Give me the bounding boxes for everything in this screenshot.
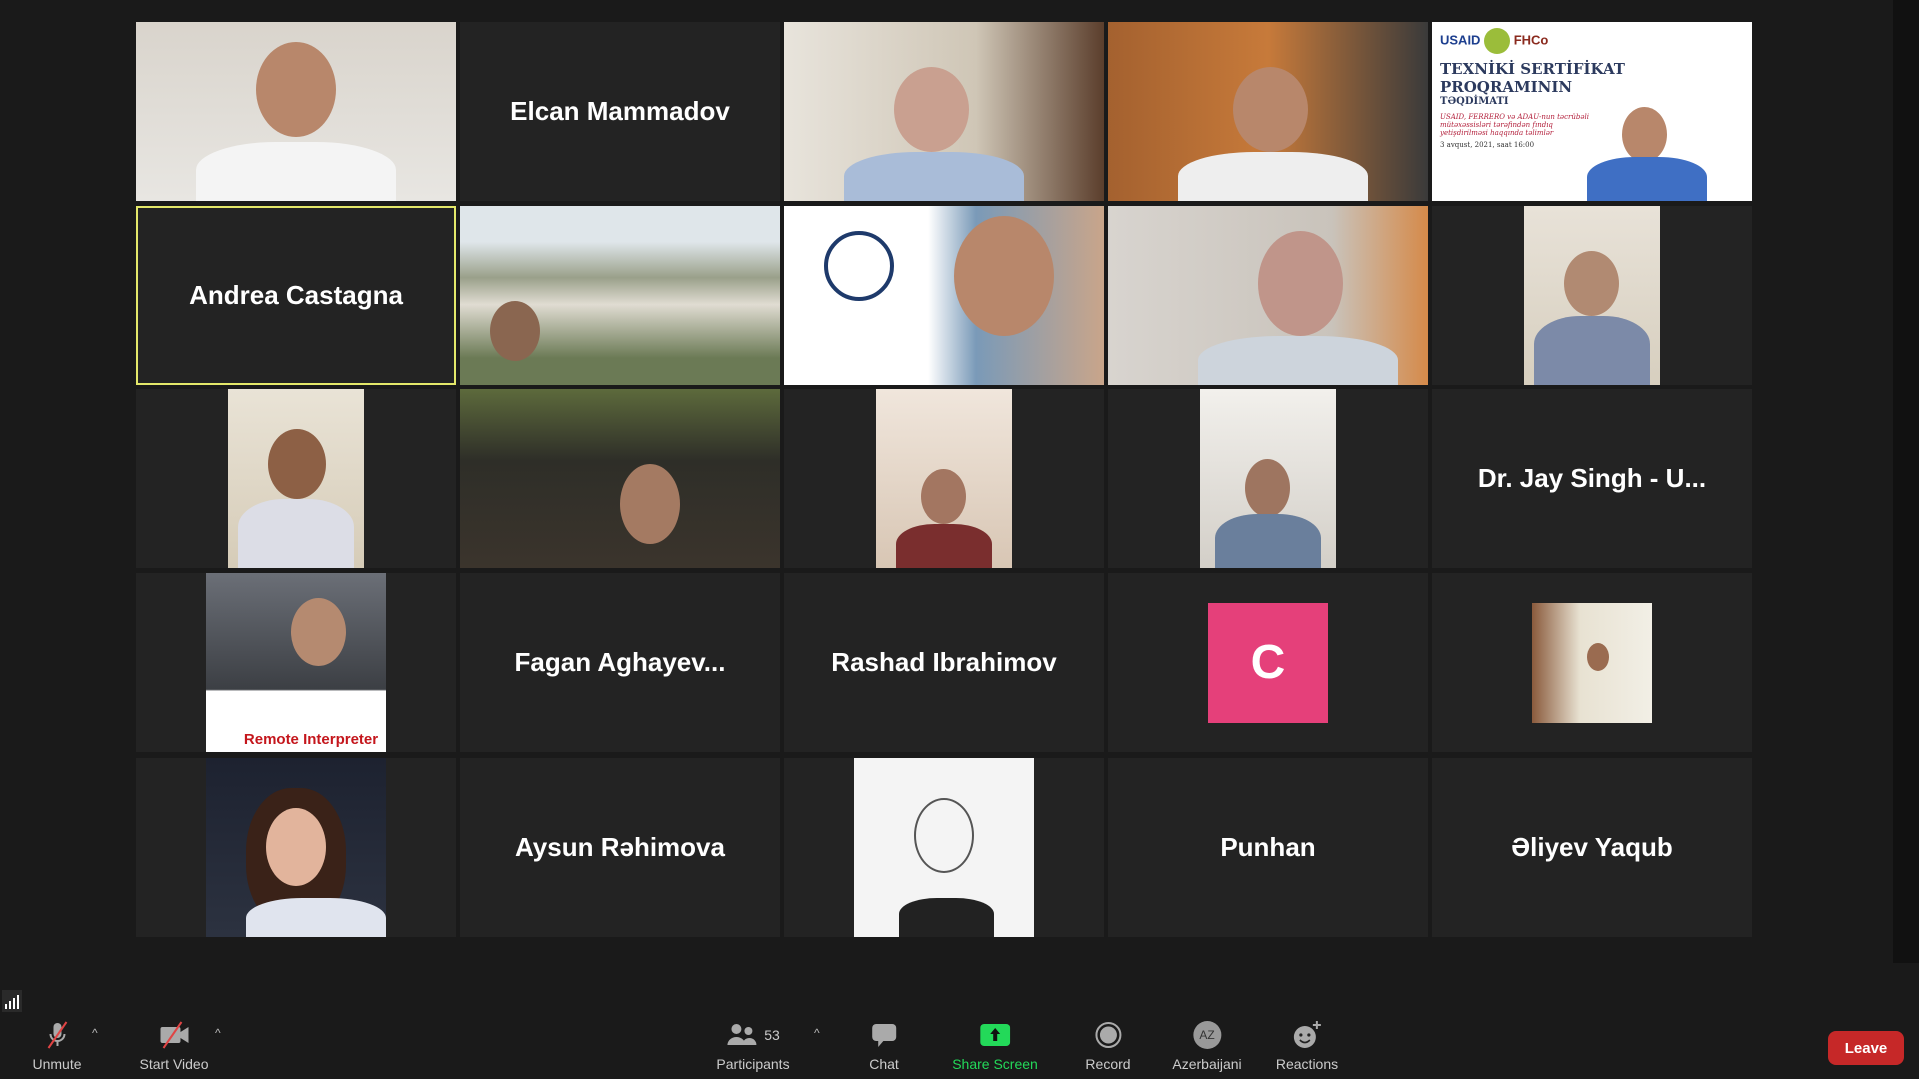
participant-name: Rashad Ibrahimov [831,647,1057,677]
participant-tile[interactable]: C [1108,573,1428,752]
participant-video[interactable] [1108,22,1428,201]
participant-video[interactable] [136,389,456,568]
participants-icon [727,1024,757,1045]
audio-options-caret-icon[interactable]: ^ [92,1026,98,1040]
interpretation-language-button[interactable]: AZ Azerbaijani [1172,1020,1242,1072]
participants-options-caret-icon[interactable]: ^ [814,1026,820,1040]
record-button[interactable]: Record [1085,1020,1131,1072]
participant-tile[interactable]: Əliyev Yaqub [1432,758,1752,937]
start-video-button[interactable]: Start Video [139,1020,209,1072]
profile-picture [1532,602,1652,723]
muted-microphone-icon [42,1020,72,1050]
share-screen-icon [979,1020,1010,1050]
slide-title: TEXNİKİ SERTİFİKAT [1440,60,1625,78]
participants-button[interactable]: 53 Participants [716,1020,790,1072]
participant-tile[interactable]: Dr. Jay Singh - U... [1432,389,1752,568]
reactions-button[interactable]: Reactions [1276,1020,1338,1072]
video-off-icon [157,1020,191,1050]
participant-tile[interactable] [1432,573,1752,752]
fhco-logo: FHCo [1513,32,1549,48]
avatar: C [1208,602,1328,723]
participant-name: Fagan Aghayev... [514,647,726,677]
participant-video[interactable] [460,389,780,568]
participant-tile[interactable] [136,758,456,937]
participant-tile[interactable]: Punhan [1108,758,1428,937]
participant-name: Andrea Castagna [189,280,403,310]
video-options-caret-icon[interactable]: ^ [215,1026,221,1040]
participant-video[interactable] [784,22,1104,201]
slide-subtitle: USAID, FERRERO və ADAU-nun təcrübəli müt… [1440,113,1589,137]
participant-tile[interactable] [784,758,1104,937]
language-globe-icon: AZ [1192,1021,1221,1049]
participant-name: Elcan Mammadov [510,96,730,126]
participant-video[interactable] [1108,206,1428,385]
right-panel-edge [1893,0,1919,963]
adau-logo [1484,28,1511,54]
slide-title-2: PROQRAMININ [1440,78,1573,96]
chat-icon [870,1020,898,1050]
participants-count: 53 [764,1027,780,1043]
participant-tile[interactable]: Elcan Mammadov [460,22,780,201]
video-gallery: Elcan Mammadov USAID FHCo TEXNİKİ SERTİF… [0,0,1893,963]
participant-name: Dr. Jay Singh - U... [1477,463,1707,493]
participant-tile[interactable]: Fagan Aghayev... [460,573,780,752]
participant-video[interactable] [460,206,780,385]
participant-video[interactable] [784,389,1104,568]
profile-picture [854,758,1034,937]
remote-interpreter-label: Remote Interpreter [243,731,379,748]
participant-name: Punhan [1220,832,1316,862]
unmute-button[interactable]: Unmute [32,1020,82,1072]
interpreter-video[interactable]: Remote Interpreter [136,573,456,752]
slide-title-3: TƏQDİMATI [1440,96,1509,107]
shared-slide-video[interactable]: USAID FHCo TEXNİKİ SERTİFİKAT PROQRAMINI… [1432,22,1752,201]
slide-date: 3 avqust, 2021, saat 16:00 [1440,141,1535,149]
leave-button[interactable]: Leave [1828,1031,1904,1065]
record-icon [1094,1020,1122,1050]
connection-signal-icon[interactable] [2,990,22,1012]
participant-video[interactable] [1432,206,1752,385]
active-speaker-tile[interactable]: Andrea Castagna [136,206,456,385]
participant-name: Əliyev Yaqub [1511,832,1673,862]
participant-video[interactable] [784,206,1104,385]
usaid-logo: USAID [1440,32,1481,48]
participant-tile[interactable]: Rashad Ibrahimov [784,573,1104,752]
participant-tile[interactable]: Aysun Rəhimova [460,758,780,937]
reactions-smiley-icon [1292,1020,1322,1050]
participant-name: Aysun Rəhimova [515,832,725,862]
university-logo [824,231,894,301]
participant-video[interactable] [1108,389,1428,568]
chat-button[interactable]: Chat [869,1020,899,1072]
participant-video[interactable] [136,22,456,201]
share-screen-button[interactable]: Share Screen [952,1020,1038,1072]
